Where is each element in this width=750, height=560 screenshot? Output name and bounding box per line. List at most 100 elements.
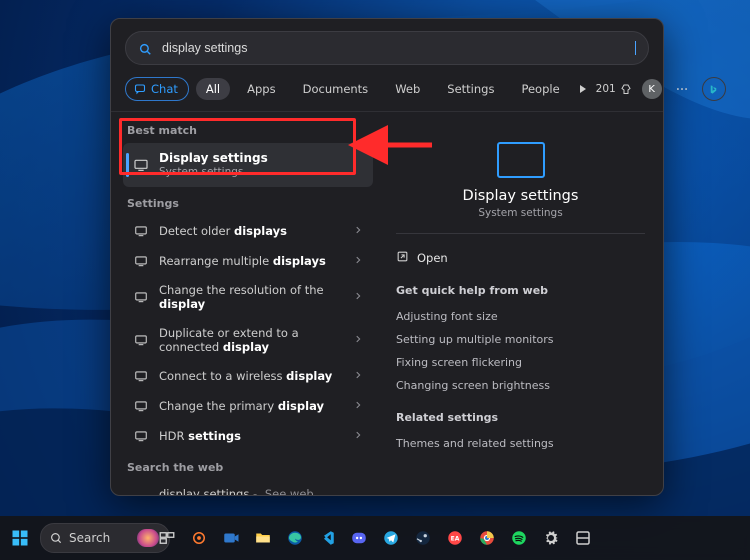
- related-settings-link[interactable]: Themes and related settings: [396, 432, 645, 455]
- chevron-right-icon: [353, 369, 363, 383]
- display-icon: [133, 428, 149, 444]
- settings-section-header: Settings: [127, 197, 369, 210]
- best-match-text: Display settings System settings: [159, 151, 268, 179]
- results-body: Best match Display settings System setti…: [111, 112, 663, 495]
- filter-bar: Chat All Apps Documents Web Settings Peo…: [111, 73, 663, 112]
- web-section-header: Search the web: [127, 461, 369, 474]
- discord-icon[interactable]: [346, 525, 372, 551]
- display-icon: [133, 332, 149, 348]
- chat-icon: [134, 83, 146, 95]
- chat-label: Chat: [151, 82, 178, 96]
- chevron-right-icon: [353, 333, 363, 347]
- detail-separator: [396, 233, 645, 234]
- filter-apps[interactable]: Apps: [237, 78, 285, 100]
- detail-title: Display settings: [396, 188, 645, 204]
- detail-subtitle: System settings: [396, 207, 645, 219]
- best-match-subtitle: System settings: [159, 166, 268, 179]
- explorer-icon[interactable]: [250, 525, 276, 551]
- web-result-label: display settings - See web results: [159, 487, 343, 495]
- filter-settings[interactable]: Settings: [437, 78, 504, 100]
- filter-web[interactable]: Web: [385, 78, 430, 100]
- settings-result-item[interactable]: Detect older displays: [123, 216, 373, 246]
- detail-display-icon: [497, 142, 545, 178]
- quick-help-link[interactable]: Fixing screen flickering: [396, 351, 645, 374]
- open-label: Open: [417, 251, 448, 265]
- chevron-right-icon: [353, 290, 363, 304]
- web-result-item[interactable]: display settings - See web results: [123, 480, 373, 495]
- chat-pill[interactable]: Chat: [125, 77, 189, 101]
- result-label: HDR settings: [159, 429, 343, 443]
- search-box[interactable]: [125, 31, 649, 65]
- result-label: Detect older displays: [159, 224, 343, 238]
- display-icon: [133, 289, 149, 305]
- display-icon: [133, 398, 149, 414]
- chrome-icon[interactable]: [474, 525, 500, 551]
- quick-help-link[interactable]: Changing screen brightness: [396, 374, 645, 397]
- camera-icon[interactable]: [218, 525, 244, 551]
- chevron-right-icon: [353, 429, 363, 443]
- header-right-tools: 201 K: [596, 77, 726, 101]
- best-match-header: Best match: [127, 124, 369, 137]
- search-icon: [138, 41, 152, 55]
- result-label: Change the primary display: [159, 399, 343, 413]
- display-icon: [133, 253, 149, 269]
- quick-help-link[interactable]: Setting up multiple monitors: [396, 328, 645, 351]
- taskbar-search[interactable]: Search: [40, 523, 170, 553]
- filter-all[interactable]: All: [196, 78, 230, 100]
- display-icon: [133, 368, 149, 384]
- settings-result-item[interactable]: HDR settings: [123, 421, 373, 451]
- search-row: [111, 19, 663, 73]
- chevron-right-icon: [353, 399, 363, 413]
- start-search-flyout: Chat All Apps Documents Web Settings Peo…: [110, 18, 664, 496]
- text-caret: [635, 41, 636, 55]
- steam-icon[interactable]: [410, 525, 436, 551]
- framework-icon[interactable]: [186, 525, 212, 551]
- open-icon: [396, 250, 409, 266]
- open-action[interactable]: Open: [396, 246, 645, 270]
- spotify-icon[interactable]: [506, 525, 532, 551]
- display-icon: [133, 223, 149, 239]
- taskview-icon[interactable]: [154, 525, 180, 551]
- detail-pane: Display settings System settings Open Ge…: [379, 112, 663, 495]
- result-label: Change the resolution of the display: [159, 283, 343, 312]
- vscode-icon[interactable]: [314, 525, 340, 551]
- svg-text:EA: EA: [451, 535, 460, 542]
- selection-accent: [126, 153, 129, 177]
- chevron-right-icon: [353, 224, 363, 238]
- settings-result-item[interactable]: Duplicate or extend to a connected displ…: [123, 319, 373, 362]
- chevron-right-icon: [353, 254, 363, 268]
- bing-icon[interactable]: [702, 77, 726, 101]
- gear-icon[interactable]: [538, 525, 564, 551]
- rewards-points[interactable]: 201: [596, 83, 632, 95]
- overflow-icon[interactable]: [672, 79, 692, 99]
- results-left-column: Best match Display settings System setti…: [111, 112, 379, 495]
- taskbar-search-label: Search: [69, 531, 110, 545]
- taskbar-center-apps: EA: [154, 525, 596, 551]
- edge-icon[interactable]: [282, 525, 308, 551]
- best-match-title: Display settings: [159, 151, 268, 165]
- search-input[interactable]: [160, 40, 633, 56]
- taskbar: Search EA: [0, 516, 750, 560]
- filter-people[interactable]: People: [511, 78, 569, 100]
- filter-more-icon[interactable]: [577, 79, 589, 99]
- telegram-icon[interactable]: [378, 525, 404, 551]
- settings-result-item[interactable]: Change the resolution of the display: [123, 276, 373, 319]
- snip-icon[interactable]: [570, 525, 596, 551]
- result-label: Duplicate or extend to a connected displ…: [159, 326, 343, 355]
- settings-result-item[interactable]: Rearrange multiple displays: [123, 246, 373, 276]
- taskbar-left: Search: [6, 523, 170, 553]
- web-search-icon: [133, 494, 149, 495]
- best-match-item[interactable]: Display settings System settings: [123, 143, 373, 187]
- points-value: 201: [596, 83, 616, 95]
- result-label: Rearrange multiple displays: [159, 254, 343, 268]
- ea-icon[interactable]: EA: [442, 525, 468, 551]
- start-button[interactable]: [6, 524, 34, 552]
- user-avatar[interactable]: K: [642, 79, 662, 99]
- quick-help-link[interactable]: Adjusting font size: [396, 305, 645, 328]
- settings-result-item[interactable]: Change the primary display: [123, 391, 373, 421]
- quick-help-header: Get quick help from web: [396, 284, 645, 297]
- filter-documents[interactable]: Documents: [293, 78, 379, 100]
- annotation-arrow: [370, 130, 440, 164]
- display-icon: [133, 157, 149, 173]
- settings-result-item[interactable]: Connect to a wireless display: [123, 361, 373, 391]
